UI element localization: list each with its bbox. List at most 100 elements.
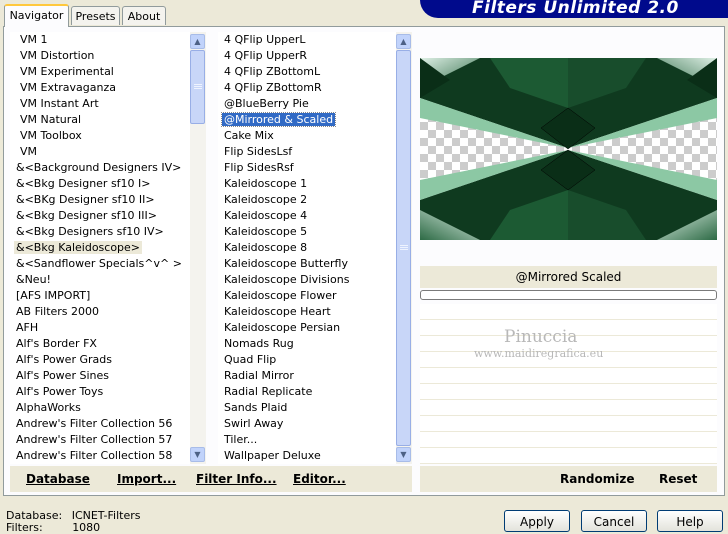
list-item[interactable]: Kaleidoscope Flower <box>218 288 396 304</box>
help-button[interactable]: Help <box>657 510 723 532</box>
list-item-label: &<Background Designers IV> <box>16 161 182 174</box>
list-item[interactable]: AFH <box>10 320 190 336</box>
filter-info-button[interactable]: Filter Info... <box>196 466 277 492</box>
list-item[interactable]: Kaleidoscope 4 <box>218 208 396 224</box>
scroll-up-arrow-icon[interactable]: ▲ <box>190 34 205 49</box>
tab-navigator[interactable]: Navigator <box>4 4 69 27</box>
list-item[interactable]: Sands Plaid <box>218 400 396 416</box>
list-item-label: AFH <box>16 321 39 334</box>
list-item-label: &<Bkg Designers sf10 IV> <box>16 225 164 238</box>
mirrored-kaleidoscope-preview <box>420 58 717 240</box>
list-item[interactable]: Tiler... <box>218 432 396 448</box>
list-item[interactable]: &<Background Designers IV> <box>10 160 190 176</box>
list-item[interactable]: Alf's Power Toys <box>10 384 190 400</box>
list-item-label: VM Toolbox <box>20 129 82 142</box>
list-item[interactable]: Alf's Power Grads <box>10 352 190 368</box>
list-item-label: Kaleidoscope Heart <box>224 305 331 318</box>
list-item[interactable]: Quad Flip <box>218 352 396 368</box>
list-item[interactable]: &<Bkg Designer sf10 III> <box>10 208 190 224</box>
list-action-bar: Database Import... Filter Info... Editor… <box>10 466 412 492</box>
scroll-down-arrow-icon[interactable]: ▼ <box>190 447 205 462</box>
list-item[interactable]: &<Sandflower Specials^v^ > <box>10 256 190 272</box>
filter-scrollbar[interactable]: ▲ ▼ <box>396 32 412 464</box>
list-item[interactable]: 4 QFlip ZBottomR <box>218 80 396 96</box>
import-button[interactable]: Import... <box>117 466 176 492</box>
list-item[interactable]: Andrew's Filter Collection 58 <box>10 448 190 464</box>
list-item[interactable]: Kaleidoscope 1 <box>218 176 396 192</box>
list-item-label: Radial Replicate <box>224 385 313 398</box>
list-item[interactable]: Kaleidoscope 8 <box>218 240 396 256</box>
scroll-up-arrow-icon[interactable]: ▲ <box>396 34 411 49</box>
list-item-label: &<Sandflower Specials^v^ > <box>16 257 182 270</box>
database-button[interactable]: Database <box>26 466 90 492</box>
list-item[interactable]: 4 QFlip ZBottomL <box>218 64 396 80</box>
list-item[interactable]: &<BKg Designer sf10 II> <box>10 192 190 208</box>
list-item[interactable]: VM Toolbox <box>10 128 190 144</box>
list-item[interactable]: VM Extravaganza <box>10 80 190 96</box>
tab-about[interactable]: About <box>122 6 166 25</box>
list-item-label: Nomads Rug <box>224 337 294 350</box>
list-item[interactable]: Andrew's Filter Collection 56 <box>10 416 190 432</box>
list-item[interactable]: Kaleidoscope 5 <box>218 224 396 240</box>
list-item[interactable]: Kaleidoscope Persian <box>218 320 396 336</box>
list-item-label: &<Bkg Kaleidoscope> <box>14 241 143 254</box>
list-item[interactable]: Swirl Away <box>218 416 396 432</box>
list-item[interactable]: &<Bkg Designers sf10 IV> <box>10 224 190 240</box>
status-filters: Filters: 1080 <box>6 521 100 534</box>
list-item-label: Alf's Power Toys <box>16 385 104 398</box>
status-filters-label: Filters: <box>6 521 43 534</box>
list-item[interactable]: &Neu! <box>10 272 190 288</box>
preview-action-bar: Randomize Reset <box>420 466 717 492</box>
editor-button[interactable]: Editor... <box>293 466 346 492</box>
tab-presets[interactable]: Presets <box>71 6 120 25</box>
list-item[interactable]: &<Bkg Kaleidoscope> <box>10 240 190 256</box>
list-item-label: Andrew's Filter Collection 57 <box>16 433 173 446</box>
list-item[interactable]: Alf's Border FX <box>10 336 190 352</box>
filter-list[interactable]: 4 QFlip UpperL 4 QFlip UpperR 4 QFlip ZBot… <box>218 32 396 464</box>
list-item[interactable]: [AFS IMPORT] <box>10 288 190 304</box>
list-item-label: @BlueBerry Pie <box>224 97 309 110</box>
list-item[interactable]: Alf's Power Sines <box>10 368 190 384</box>
list-item[interactable]: VM <box>10 144 190 160</box>
list-item[interactable]: Kaleidoscope Butterfly <box>218 256 396 272</box>
list-item[interactable]: Cake Mix <box>218 128 396 144</box>
list-item-label: Kaleidoscope 2 <box>224 193 308 206</box>
list-item-label: Kaleidoscope Divisions <box>224 273 350 286</box>
list-item[interactable]: AlphaWorks <box>10 400 190 416</box>
list-item[interactable]: VM Instant Art <box>10 96 190 112</box>
category-list[interactable]: VM 1 VM Distortion VM Experimental VM Extra… <box>10 32 190 464</box>
scroll-thumb[interactable] <box>190 50 205 124</box>
category-scrollbar[interactable]: ▲ ▼ <box>190 32 206 464</box>
list-item-label: Kaleidoscope Butterfly <box>224 257 348 270</box>
list-item-label: 4 QFlip UpperR <box>224 49 308 62</box>
list-item[interactable]: &<Bkg Designer sf10 I> <box>10 176 190 192</box>
list-item[interactable]: VM Natural <box>10 112 190 128</box>
list-item[interactable]: @Mirrored & Scaled <box>218 112 396 128</box>
list-item[interactable]: Flip SidesLsf <box>218 144 396 160</box>
list-item[interactable]: Radial Replicate <box>218 384 396 400</box>
list-item[interactable]: VM Distortion <box>10 48 190 64</box>
apply-button[interactable]: Apply <box>504 510 570 532</box>
list-item-label: Swirl Away <box>224 417 284 430</box>
reset-button[interactable]: Reset <box>659 466 697 492</box>
list-item[interactable]: VM 1 <box>10 32 190 48</box>
list-item[interactable]: Flip SidesRsf <box>218 160 396 176</box>
app-title-banner: Filters Unlimited 2.0 <box>420 0 728 18</box>
list-item[interactable]: Kaleidoscope Heart <box>218 304 396 320</box>
list-item[interactable]: AB Filters 2000 <box>10 304 190 320</box>
list-item[interactable]: 4 QFlip UpperL <box>218 32 396 48</box>
cancel-button[interactable]: Cancel <box>581 510 647 532</box>
list-item[interactable]: Kaleidoscope 2 <box>218 192 396 208</box>
list-item[interactable]: VM Experimental <box>10 64 190 80</box>
list-item[interactable]: Kaleidoscope Divisions <box>218 272 396 288</box>
list-item-label: VM Natural <box>20 113 82 126</box>
list-item[interactable]: Radial Mirror <box>218 368 396 384</box>
list-item[interactable]: Andrew's Filter Collection 57 <box>10 432 190 448</box>
randomize-button[interactable]: Randomize <box>560 466 634 492</box>
scroll-thumb[interactable] <box>396 50 411 446</box>
list-item[interactable]: 4 QFlip UpperR <box>218 48 396 64</box>
list-item[interactable]: @BlueBerry Pie <box>218 96 396 112</box>
scroll-down-arrow-icon[interactable]: ▼ <box>396 447 411 462</box>
list-item[interactable]: Wallpaper Deluxe <box>218 448 396 464</box>
list-item[interactable]: Nomads Rug <box>218 336 396 352</box>
